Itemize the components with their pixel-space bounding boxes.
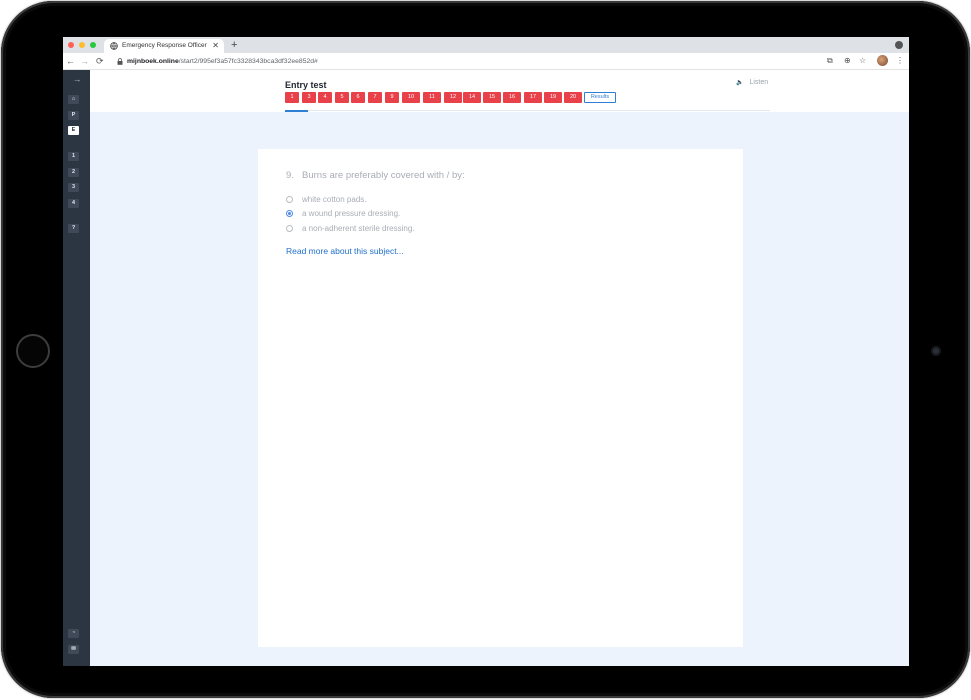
sidebar-clock-icon[interactable]: ◔ [68, 629, 79, 638]
answer-radio[interactable] [286, 196, 293, 203]
profile-avatar[interactable] [877, 55, 888, 66]
new-tab-button[interactable]: + [231, 38, 237, 52]
sidebar-chapter-4[interactable]: 4 [68, 199, 79, 208]
sidebar-item-p[interactable]: P [68, 111, 79, 120]
app-area: → ⌂ P E 1 2 3 4 ? ◔ ✉ Entry test 1345679… [63, 70, 909, 666]
answer-radio[interactable] [286, 225, 293, 232]
zoom-icon[interactable]: ⊕ [844, 56, 851, 66]
question-button-10[interactable]: 10 [402, 92, 420, 103]
question-number: 9. [286, 170, 294, 181]
browser-toolbar: ← → ⟳ mijnboek.online/start2/995ef3a57fc… [63, 53, 909, 70]
page-title: Entry test [285, 80, 327, 90]
answer-label: white cotton pads. [302, 195, 367, 204]
globe-icon [110, 42, 118, 50]
browser-tab-bar: Emergency Response Officer ✕ + [63, 37, 909, 53]
reload-button[interactable]: ⟳ [96, 55, 104, 67]
question-button-9[interactable]: 9 [385, 92, 399, 103]
lock-icon [117, 58, 123, 65]
address-bar[interactable]: mijnboek.online/start2/995ef3a57fc332834… [111, 55, 821, 68]
listen-button[interactable]: 🔈 Listen [736, 79, 768, 86]
question-text: Burns are preferably covered with / by: [302, 170, 465, 181]
question-button-6[interactable]: 6 [351, 92, 365, 103]
answer-label: a wound pressure dressing. [302, 209, 401, 218]
back-button[interactable]: ← [66, 55, 75, 67]
tab-search-icon[interactable] [895, 41, 903, 49]
progress-indicator [285, 110, 308, 112]
sidebar-help-item[interactable]: ? [68, 224, 79, 233]
answer-radio-selected[interactable] [286, 210, 293, 217]
sidebar-home-icon[interactable]: ⌂ [68, 95, 79, 104]
question-card: 9. Burns are preferably covered with / b… [258, 149, 743, 647]
sidebar-item-e[interactable]: E [68, 126, 79, 135]
listen-label: Listen [749, 79, 769, 86]
question-button-17[interactable]: 17 [524, 92, 542, 103]
header-divider [285, 110, 770, 111]
translate-icon[interactable]: ⧉ [827, 56, 833, 66]
url-text: mijnboek.online/start2/995ef3a57fc332834… [127, 55, 318, 68]
sidebar-mail-icon[interactable]: ✉ [68, 645, 79, 654]
sidebar: → ⌂ P E 1 2 3 4 ? ◔ ✉ [63, 70, 90, 666]
question-button-7[interactable]: 7 [368, 92, 382, 103]
question-button-3[interactable]: 3 [302, 92, 316, 103]
question-button-16[interactable]: 16 [503, 92, 521, 103]
answer-label: a non-adherent sterile dressing. [302, 224, 415, 233]
window-minimize-button[interactable] [79, 42, 85, 48]
url-domain: mijnboek.online [127, 58, 179, 65]
question-button-20[interactable]: 20 [564, 92, 582, 103]
question-button-1[interactable]: 1 [285, 92, 299, 103]
question-button-12[interactable]: 12 [444, 92, 462, 103]
camera [931, 346, 941, 356]
question-button-5[interactable]: 5 [335, 92, 349, 103]
window-close-button[interactable] [68, 42, 74, 48]
browser-menu-icon[interactable]: ⋮ [896, 56, 904, 66]
screen: Emergency Response Officer ✕ + ← → ⟳ mij… [63, 37, 909, 666]
question-button-4[interactable]: 4 [318, 92, 332, 103]
forward-button[interactable]: → [80, 55, 89, 67]
question-button-11[interactable]: 11 [423, 92, 441, 103]
speaker-icon: 🔈 [736, 80, 744, 86]
read-more-link[interactable]: Read more about this subject... [286, 246, 404, 256]
question-button-14[interactable]: 14 [463, 92, 481, 103]
bookmark-star-icon[interactable]: ☆ [859, 56, 866, 66]
question-button-15[interactable]: 15 [483, 92, 501, 103]
home-button [16, 334, 50, 368]
sidebar-chapter-1[interactable]: 1 [68, 152, 79, 161]
tab-title: Emergency Response Officer [122, 42, 207, 49]
browser-tab[interactable]: Emergency Response Officer ✕ [104, 39, 224, 53]
question-button-19[interactable]: 19 [544, 92, 562, 103]
page-header: Entry test 1 3 4 5 6 7 9 10 11 12 14 15 16 17 19 20 Resu… [90, 70, 909, 112]
window-zoom-button[interactable] [90, 42, 96, 48]
results-button[interactable]: Results [584, 92, 616, 103]
sidebar-chapter-2[interactable]: 2 [68, 168, 79, 177]
url-path: /start2/995ef3a57fc3328343bca3df32ee852d… [178, 58, 318, 65]
tab-close-icon[interactable]: ✕ [212, 39, 219, 53]
sidebar-toggle-icon[interactable]: → [69, 74, 85, 84]
tablet-frame: Emergency Response Officer ✕ + ← → ⟳ mij… [1, 1, 970, 698]
sidebar-chapter-3[interactable]: 3 [68, 183, 79, 192]
